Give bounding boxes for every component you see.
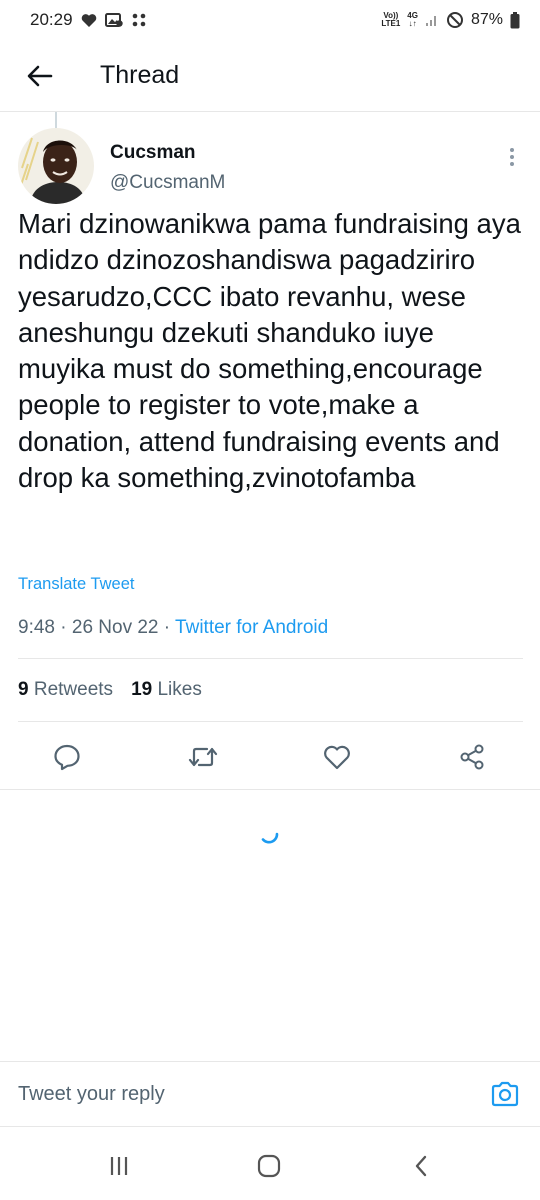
- dots-grid-icon: [131, 12, 147, 28]
- share-button[interactable]: [455, 740, 489, 774]
- avatar[interactable]: [18, 128, 94, 204]
- like-button[interactable]: [320, 740, 354, 774]
- vertical-dots-icon: [510, 148, 514, 166]
- author-info: Cucsman @CucsmanM: [110, 142, 225, 208]
- likes-stat[interactable]: 19 Likes: [131, 679, 202, 701]
- tweet-time: 9:48: [18, 617, 55, 638]
- meta-separator: ·: [54, 617, 72, 638]
- author-name[interactable]: Cucsman: [110, 142, 225, 164]
- loading-spinner-icon: [261, 832, 279, 844]
- likes-label: Likes: [157, 679, 202, 700]
- data-arrows: ↓↑: [408, 19, 417, 28]
- image-notification-icon: [104, 12, 123, 28]
- author-handle[interactable]: @CucsmanM: [110, 172, 225, 194]
- meta-separator: ·: [158, 617, 176, 638]
- back-chevron-icon: [415, 1155, 427, 1177]
- heart-icon: [81, 13, 97, 28]
- divider: [18, 721, 523, 722]
- battery-icon: [510, 11, 520, 29]
- volte-bottom: LTE1: [381, 19, 401, 28]
- tweet-source-link[interactable]: Twitter for Android: [175, 617, 328, 638]
- heart-outline-icon: [324, 745, 350, 770]
- status-bar: 20:29 Vo)) LTE1 4G ↓↑ 87%: [0, 0, 540, 40]
- volte-indicator: Vo)) LTE1: [381, 12, 400, 28]
- back-arrow-icon: [27, 65, 53, 86]
- retweets-label: Retweets: [33, 679, 114, 700]
- likes-count: 19: [131, 679, 153, 700]
- tweet-actions: [0, 730, 540, 784]
- battery-percent: 87%: [470, 11, 503, 28]
- more-options-button[interactable]: [500, 142, 524, 172]
- reply-composer: [0, 1061, 540, 1127]
- status-right: Vo)) LTE1 4G ↓↑ 87%: [381, 11, 520, 29]
- signal-icon: [425, 13, 439, 27]
- home-button[interactable]: [254, 1152, 284, 1180]
- retweets-count: 9: [18, 679, 29, 700]
- back-button[interactable]: [0, 40, 80, 112]
- divider: [0, 789, 540, 790]
- divider: [18, 658, 523, 659]
- tweet-author-row: Cucsman @CucsmanM: [18, 128, 524, 208]
- do-not-disturb-icon: [446, 11, 464, 29]
- tweet-stats: 9 Retweets 19 Likes: [18, 679, 202, 701]
- app-header: Thread: [0, 40, 540, 112]
- tweet-date: 26 Nov 22: [71, 617, 159, 638]
- reply-button[interactable]: [50, 740, 84, 774]
- tweet-meta: 9:48 · 26 Nov 22 · Twitter for Android: [18, 617, 328, 639]
- back-nav-button[interactable]: [406, 1152, 436, 1180]
- retweets-stat[interactable]: 9 Retweets: [18, 679, 113, 701]
- share-icon: [460, 744, 484, 770]
- camera-button[interactable]: [488, 1077, 522, 1111]
- home-icon: [257, 1154, 281, 1178]
- recent-apps-icon: [110, 1157, 128, 1175]
- recent-apps-button[interactable]: [104, 1152, 134, 1180]
- tweet-text: Mari dzinowanikwa pama fundraising aya n…: [18, 208, 521, 494]
- retweet-icon: [188, 747, 218, 767]
- retweet-button[interactable]: [186, 740, 220, 774]
- reply-input[interactable]: [18, 1082, 488, 1106]
- data-indicator: 4G ↓↑: [407, 12, 418, 28]
- system-nav-bar: [0, 1130, 540, 1200]
- camera-icon: [491, 1081, 519, 1107]
- page-title: Thread: [100, 61, 180, 89]
- reply-icon: [54, 744, 80, 771]
- status-left: 20:29: [30, 10, 147, 30]
- translate-tweet-link[interactable]: Translate Tweet: [18, 575, 134, 594]
- thread-connector-line: [55, 112, 57, 128]
- status-time: 20:29: [30, 10, 73, 29]
